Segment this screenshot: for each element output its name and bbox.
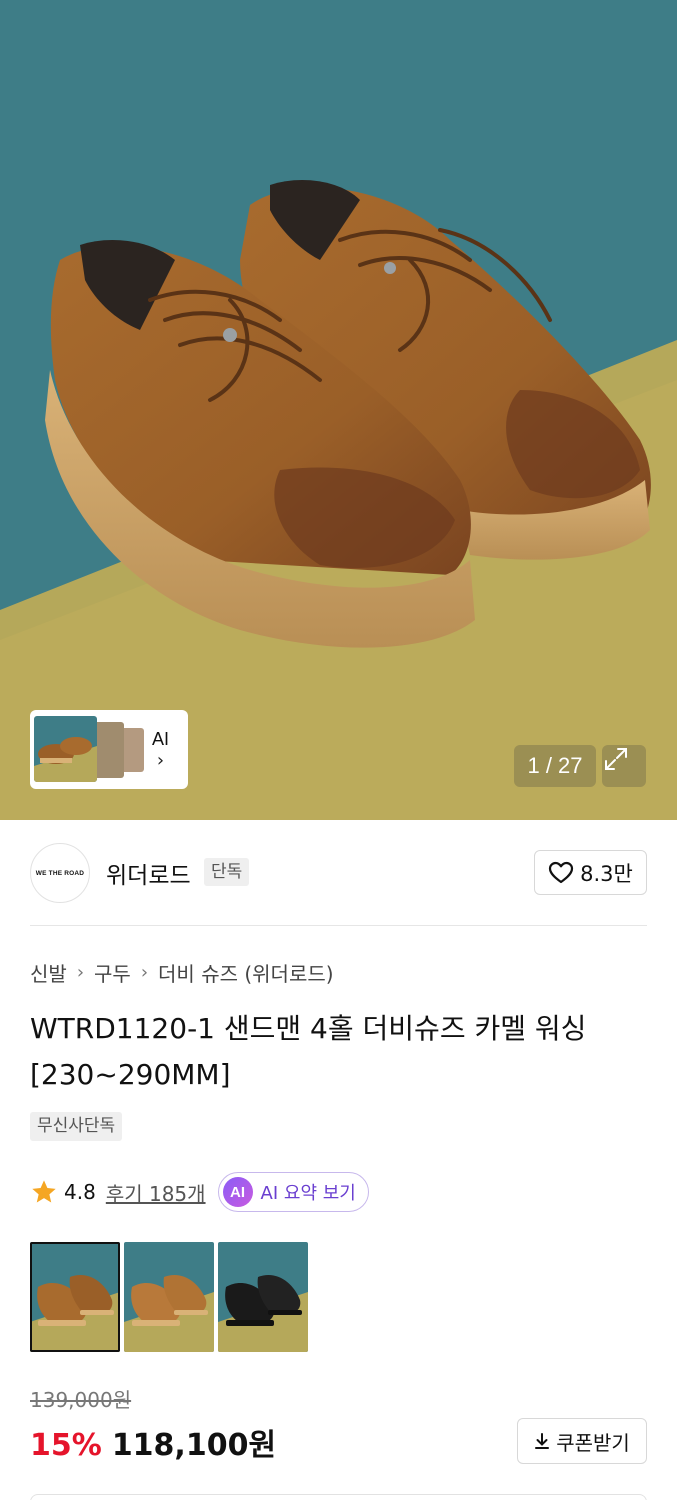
preview-thumbnail <box>34 716 97 782</box>
breadcrumb-item[interactable]: 구두 <box>94 958 131 987</box>
like-button[interactable]: 8.3만 <box>534 850 647 895</box>
product-title: WTRD1120-1 샌드맨 4홀 더비슈즈 카멜 워싱 [230~290MM] <box>30 1012 587 1091</box>
star-icon <box>32 1180 56 1203</box>
brand-exclusive-tag: 단독 <box>204 858 250 886</box>
download-coupon-button[interactable]: 쿠폰받기 <box>517 1418 647 1464</box>
color-option-black[interactable] <box>218 1242 308 1352</box>
preview-thumbnail <box>94 722 124 778</box>
brand-logo[interactable]: WE THE ROAD <box>30 843 90 903</box>
chevron-right-icon: › <box>76 962 85 983</box>
brand-name[interactable]: 위더로드 <box>106 856 191 890</box>
reviews-link[interactable]: 후기 185개 <box>106 1178 206 1207</box>
sale-price: 118,100원 <box>111 1428 277 1463</box>
price-row: 15% 118,100원 <box>30 1420 276 1464</box>
ai-summary-label: AI 요약 보기 <box>260 1183 356 1204</box>
next-section-edge <box>30 1494 647 1500</box>
expand-button[interactable] <box>602 745 646 787</box>
chevron-right-icon: › <box>140 962 149 983</box>
ai-similar-preview-card[interactable]: AI › <box>30 710 188 789</box>
brand-row: WE THE ROAD 위더로드 단독 8.3만 <box>30 840 647 906</box>
breadcrumb-item[interactable]: 더비 슈즈 (위더로드) <box>158 958 334 987</box>
color-options <box>30 1242 308 1352</box>
divider <box>30 925 647 926</box>
color-option-camel[interactable] <box>124 1242 214 1352</box>
download-icon <box>535 1433 550 1449</box>
like-count: 8.3만 <box>580 861 633 886</box>
exclusive-badge: 무신사단독 <box>30 1112 123 1141</box>
ai-summary-button[interactable]: AI AI 요약 보기 <box>217 1172 369 1212</box>
preview-thumbnail-stack <box>34 714 146 785</box>
breadcrumb-item[interactable]: 신발 <box>30 958 67 987</box>
ai-label: AI <box>152 728 170 749</box>
chevron-right-icon: › <box>156 749 165 771</box>
product-image-gallery[interactable]: AI › 1 / 27 <box>0 0 677 820</box>
original-price: 139,000원 <box>30 1388 132 1412</box>
rating-value: 4.8 <box>64 1180 96 1204</box>
color-option-camel-washing[interactable] <box>30 1242 120 1352</box>
product-main-image <box>0 0 677 820</box>
rating-row: 4.8 후기 185개 AI AI 요약 보기 <box>30 1172 369 1212</box>
image-counter: 1 / 27 <box>514 745 596 787</box>
expand-icon <box>605 748 627 770</box>
heart-outline-icon <box>549 861 574 883</box>
ai-icon: AI <box>222 1177 253 1207</box>
discount-rate: 15% <box>30 1428 102 1463</box>
breadcrumb: 신발 › 구두 › 더비 슈즈 (위더로드) <box>30 958 334 987</box>
coupon-label: 쿠폰받기 <box>556 1430 630 1455</box>
